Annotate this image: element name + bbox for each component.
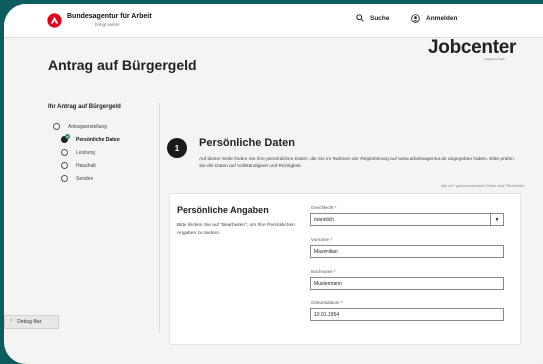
- jobcenter-subtitle: Augsburg Stadt: [484, 57, 505, 61]
- debug-bar-label: Debug-Bar: [17, 319, 42, 325]
- ba-logo-icon[interactable]: [47, 13, 62, 28]
- step-persoenliche-daten[interactable]: Persönliche Daten: [61, 133, 120, 146]
- step-label: Haushalt: [76, 162, 96, 169]
- login-button[interactable]: Anmelden: [411, 14, 457, 23]
- step-circle-icon: [61, 175, 68, 182]
- step-senden[interactable]: Senden: [61, 172, 120, 185]
- search-icon: [356, 14, 364, 22]
- step-haushalt[interactable]: Haushalt: [61, 159, 120, 172]
- birthdate-value: 10.01.1954: [314, 311, 340, 318]
- step-active-icon: [61, 134, 70, 143]
- step-circle-icon: [61, 162, 68, 169]
- login-label: Anmelden: [426, 15, 458, 22]
- card-title: Persönliche Angaben: [177, 205, 269, 215]
- lastname-field[interactable]: Mustermann: [310, 277, 504, 290]
- lastname-label: Nachname *: [311, 269, 336, 274]
- jobcenter-logo: Jobcenter: [428, 37, 517, 58]
- birthdate-field[interactable]: 10.01.1954: [310, 308, 504, 321]
- step-label: Leistung: [76, 149, 95, 156]
- section-number-badge: 1: [167, 138, 187, 158]
- lastname-value: Mustermann: [314, 280, 342, 287]
- firstname-field[interactable]: Maximilian: [310, 245, 504, 258]
- gender-label: Geschlecht *: [311, 205, 337, 210]
- search-label: Suche: [370, 14, 390, 22]
- search-button[interactable]: Suche: [356, 14, 390, 22]
- top-header: Bundesagentur für Arbeit bringt weiter. …: [4, 4, 543, 38]
- user-icon: [411, 14, 420, 23]
- personal-details-card: Persönliche Angaben Bitte klicken Sie au…: [169, 193, 521, 345]
- page-title: Antrag auf Bürgergeld: [48, 57, 197, 73]
- progress-steps: Antragserstellung Persönliche Daten Leis…: [53, 120, 120, 185]
- sidebar-divider: [159, 103, 160, 333]
- step-circle-icon: [61, 149, 68, 156]
- chevron-up-icon: ⌃: [9, 319, 14, 325]
- check-icon: [65, 134, 70, 139]
- step-circle-icon: [53, 123, 60, 130]
- required-fields-note: Alle mit * gekennzeichneten Felder sind …: [441, 184, 524, 188]
- card-description: Bitte klicken Sie auf "Bearbeiten", um I…: [177, 223, 295, 236]
- gender-value: männlich: [314, 216, 335, 223]
- step-label: Senden: [76, 175, 94, 182]
- step-leistung[interactable]: Leistung: [61, 146, 120, 159]
- gender-select[interactable]: männlich ▼: [310, 213, 504, 226]
- sidebar-title: Ihr Antrag auf Bürgergeld: [48, 104, 121, 110]
- step-label: Persönliche Daten: [76, 136, 120, 143]
- debug-bar-toggle[interactable]: ⌃ Debug-Bar: [4, 315, 59, 329]
- birthdate-label: Geburtsdatum *: [311, 300, 343, 305]
- firstname-value: Maximilian: [314, 248, 338, 255]
- brand-name[interactable]: Bundesagentur für Arbeit: [67, 13, 152, 20]
- step-label: Antragserstellung: [68, 123, 107, 130]
- step-antragserstellung[interactable]: Antragserstellung: [53, 120, 120, 133]
- app-window: Bundesagentur für Arbeit bringt weiter. …: [4, 4, 543, 364]
- firstname-label: Vorname *: [311, 237, 333, 242]
- section-title: Persönliche Daten: [199, 137, 295, 149]
- brand-slogan: bringt weiter.: [95, 22, 121, 27]
- section-description: Auf dieser Seite finden Sie ihre persönl…: [199, 157, 514, 170]
- chevron-down-icon[interactable]: ▼: [490, 214, 503, 225]
